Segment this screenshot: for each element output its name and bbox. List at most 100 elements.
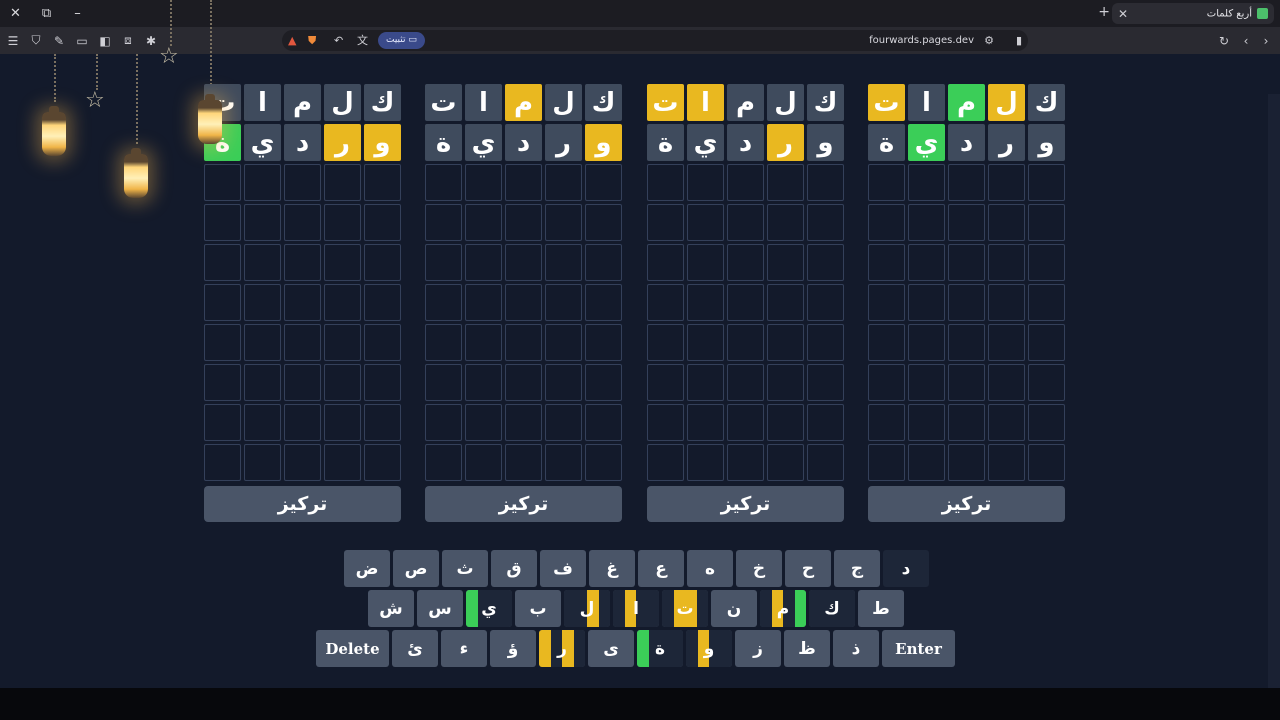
letter-key[interactable]: ب [515,590,561,627]
key-board-status [613,590,625,627]
key-label: ت [676,598,694,619]
letter-key[interactable]: خ [736,550,782,587]
letter-tile: ت [647,84,684,121]
letter-key[interactable]: س [417,590,463,627]
screenshot-icon[interactable]: ⧈ [118,31,138,51]
sidebar-icon[interactable]: ◧ [95,31,115,51]
focus-button[interactable]: تركيز [647,486,844,522]
letter-key[interactable]: ء [441,630,487,667]
letter-key[interactable]: ؤ [490,630,536,667]
empty-tile [585,404,622,441]
letter-key[interactable]: ئ [392,630,438,667]
key-label: ج [850,558,864,579]
back-icon[interactable]: › [1256,31,1276,51]
key-board-status [466,590,478,627]
brave-shield-icon[interactable]: ⛊ [308,32,316,49]
focus-button[interactable]: تركيز [204,486,401,522]
focus-button[interactable]: تركيز [868,486,1065,522]
letter-key[interactable]: د [883,550,929,587]
key-label: Delete [325,639,380,658]
empty-tile [545,244,582,281]
empty-tile [324,404,361,441]
letter-key[interactable]: ت [662,590,708,627]
empty-tile [767,284,804,321]
letter-key[interactable]: ف [540,550,586,587]
pen-icon[interactable]: ✎ [49,31,69,51]
delete-key[interactable]: Delete [316,630,389,667]
rewards-icon[interactable]: ▲ [288,32,296,49]
restore-window-icon[interactable]: ⧉ [31,0,62,27]
empty-tile [908,204,945,241]
letter-key[interactable]: ث [442,550,488,587]
key-board-status [671,630,683,667]
letter-tile: ك [1028,84,1065,121]
letter-key[interactable]: ذ [833,630,879,667]
letter-key[interactable]: ع [638,550,684,587]
letter-key[interactable]: ح [785,550,831,587]
browser-toolbar: ☰ ⛉ ✎ ▭ ◧ ⧈ ✱ ▲ ⛊ ↶ 文 تثبيت ▭ fourwards.… [0,27,1280,54]
key-board-status [500,590,512,627]
reload-icon[interactable]: ↻ [1214,31,1234,51]
letter-key[interactable]: ز [735,630,781,667]
close-window-icon[interactable]: ✕ [0,0,31,27]
pin-button[interactable]: تثبيت ▭ [378,32,425,49]
empty-tile [1028,204,1065,241]
letter-key[interactable]: ل [564,590,610,627]
letter-tile: ي [908,124,945,161]
empty-tile [425,164,462,201]
extensions-icon[interactable]: ✱ [141,31,161,51]
focus-button[interactable]: تركيز [425,486,622,522]
letter-key[interactable]: ص [393,550,439,587]
empty-tile [807,404,844,441]
empty-tile [908,284,945,321]
letter-key[interactable]: ي [466,590,512,627]
letter-key[interactable]: ض [344,550,390,587]
new-tab-button[interactable]: + [1098,4,1110,20]
empty-tile [324,204,361,241]
letter-key[interactable]: ج [834,550,880,587]
empty-tile [284,324,321,361]
browser-tab[interactable]: ✕ أربع كلمات [1112,3,1274,24]
letter-tile: و [807,124,844,161]
empty-tile [988,324,1025,361]
empty-tile [364,324,401,361]
share-icon[interactable]: ↶ [334,32,343,49]
empty-tile [465,404,502,441]
letter-key[interactable]: ق [491,550,537,587]
letter-key[interactable]: ة [637,630,683,667]
minimize-window-icon[interactable]: – [62,0,93,27]
letter-key[interactable]: ر [539,630,585,667]
enter-key[interactable]: Enter [882,630,955,667]
letter-key[interactable]: ظ [784,630,830,667]
bookmark-icon[interactable]: ▮ [1016,32,1022,49]
url-text[interactable]: fourwards.pages.dev [869,30,974,51]
empty-tile [1028,284,1065,321]
letter-key[interactable]: ا [613,590,659,627]
empty-tile [585,164,622,201]
empty-tile [948,324,985,361]
empty-tile [727,284,764,321]
forward-icon[interactable]: ‹ [1236,31,1256,51]
letter-key[interactable]: ن [711,590,757,627]
letter-key[interactable]: م [760,590,806,627]
letter-key[interactable]: غ [589,550,635,587]
empty-tile [545,444,582,481]
address-bar[interactable]: ▲ ⛊ ↶ 文 تثبيت ▭ fourwards.pages.dev ⚙ ▮ [282,30,1028,51]
close-tab-icon[interactable]: ✕ [1118,7,1128,21]
letter-key[interactable]: ش [368,590,414,627]
letter-key[interactable]: ك [809,590,855,627]
wallet-icon[interactable]: ▭ [72,31,92,51]
letter-key[interactable]: و [686,630,732,667]
shield-icon[interactable]: ⛉ [26,31,46,51]
translate-icon[interactable]: 文 [357,32,368,49]
menu-icon[interactable]: ☰ [3,31,23,51]
letter-tile: ر [545,124,582,161]
letter-key[interactable]: ى [588,630,634,667]
letter-key[interactable]: ه [687,550,733,587]
letter-tile: ت [868,84,905,121]
letter-key[interactable]: ط [858,590,904,627]
site-settings-icon[interactable]: ⚙ [984,32,994,49]
page-scrollbar[interactable] [1268,94,1280,688]
key-label: م [776,598,790,619]
empty-tile [244,244,281,281]
